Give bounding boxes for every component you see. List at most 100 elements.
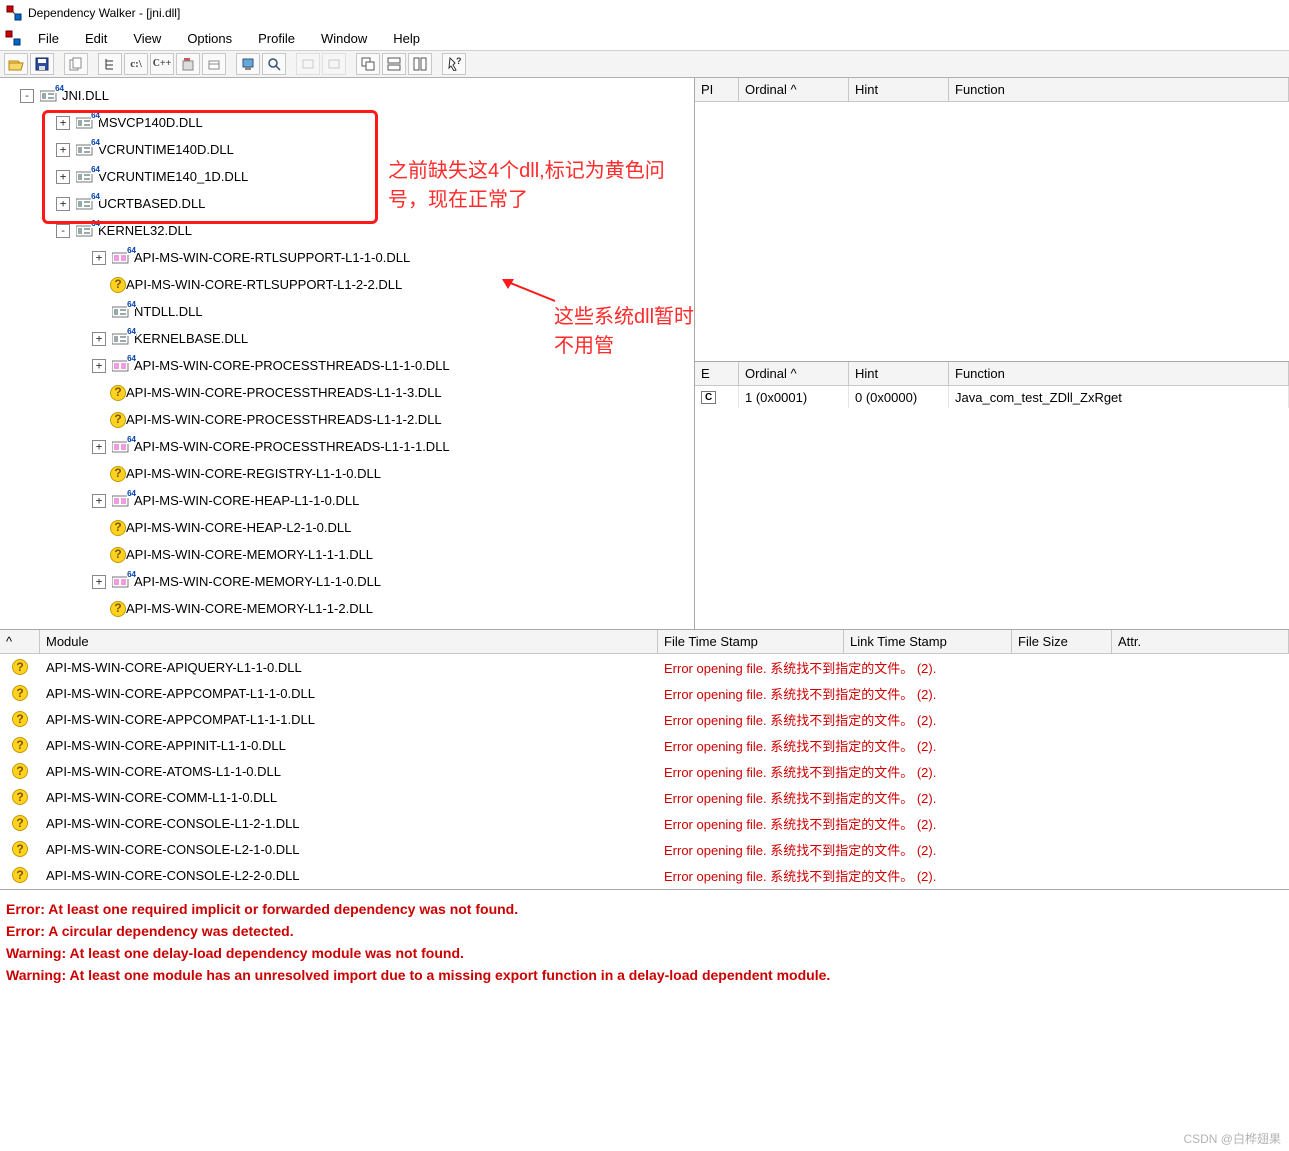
missing-icon: ? <box>110 277 126 293</box>
module-row[interactable]: ?API-MS-WIN-CORE-COMM-L1-1-0.DLLError op… <box>0 784 1289 810</box>
tree-node[interactable]: +MSVCP140D.DLL <box>6 109 694 136</box>
expand-toggle[interactable]: - <box>56 224 70 238</box>
expand-toggle[interactable]: + <box>56 197 70 211</box>
mcol-module[interactable]: Module <box>40 630 658 653</box>
tree-node[interactable]: +API-MS-WIN-CORE-MEMORY-L1-1-0.DLL <box>6 568 694 595</box>
tree-node[interactable]: ?API-MS-WIN-CORE-HEAP-L2-1-0.DLL <box>6 514 694 541</box>
mcol-icon[interactable]: ^ <box>0 630 40 653</box>
log-pane[interactable]: Error: At least one required implicit or… <box>0 890 1289 994</box>
module-row[interactable]: ?API-MS-WIN-CORE-APPCOMPAT-L1-1-0.DLLErr… <box>0 680 1289 706</box>
module-error: Error opening file. 系统找不到指定的文件。 (2). <box>658 864 1289 887</box>
missing-icon: ? <box>12 685 28 701</box>
menu-help[interactable]: Help <box>381 29 432 48</box>
col-function2[interactable]: Function <box>949 362 1289 385</box>
col-function[interactable]: Function <box>949 78 1289 101</box>
module-row[interactable]: ?API-MS-WIN-CORE-CONSOLE-L1-2-1.DLLError… <box>0 810 1289 836</box>
menu-view[interactable]: View <box>121 29 173 48</box>
tree-node[interactable]: +VCRUNTIME140_1D.DLL <box>6 163 694 190</box>
imports-grid[interactable]: PI Ordinal ^ Hint Function <box>695 78 1289 362</box>
configure-button[interactable] <box>236 53 260 75</box>
tree-node[interactable]: -JNI.DLL <box>6 82 694 109</box>
tile-horz-button[interactable] <box>382 53 406 75</box>
properties-button[interactable] <box>176 53 200 75</box>
module-error: Error opening file. 系统找不到指定的文件。 (2). <box>658 682 1289 705</box>
expand-toggle[interactable]: + <box>92 332 106 346</box>
menu-options[interactable]: Options <box>175 29 244 48</box>
module-error: Error opening file. 系统找不到指定的文件。 (2). <box>658 786 1289 809</box>
menu-file[interactable]: File <box>26 29 71 48</box>
expand-toggle[interactable]: + <box>56 170 70 184</box>
tree-node[interactable]: +KERNELBASE.DLL <box>6 325 694 352</box>
tree-label: API-MS-WIN-CORE-PROCESSTHREADS-L1-1-0.DL… <box>134 352 450 379</box>
menu-edit[interactable]: Edit <box>73 29 119 48</box>
tree-node[interactable]: +API-MS-WIN-CORE-PROCESSTHREADS-L1-1-1.D… <box>6 433 694 460</box>
next-button[interactable] <box>322 53 346 75</box>
find-button[interactable] <box>262 53 286 75</box>
expand-toggle[interactable]: + <box>92 575 106 589</box>
col-pi[interactable]: PI <box>695 78 739 101</box>
mcol-attr[interactable]: Attr. <box>1112 630 1289 653</box>
app-icon <box>6 5 22 21</box>
expand-toggle[interactable]: + <box>92 494 106 508</box>
tree-node[interactable]: +VCRUNTIME140D.DLL <box>6 136 694 163</box>
tree-node[interactable]: NTDLL.DLL <box>6 298 694 325</box>
tree-node[interactable]: ?API-MS-WIN-CORE-MEMORY-L1-1-1.DLL <box>6 541 694 568</box>
mcol-fts[interactable]: File Time Stamp <box>658 630 844 653</box>
expand-toggle[interactable]: + <box>92 359 106 373</box>
tile-vert-button[interactable] <box>408 53 432 75</box>
tree-node[interactable]: +API-MS-WIN-CORE-HEAP-L1-1-0.DLL <box>6 487 694 514</box>
module-row[interactable]: ?API-MS-WIN-CORE-CONSOLE-L2-1-0.DLLError… <box>0 836 1289 862</box>
module-row[interactable]: ?API-MS-WIN-CORE-APPCOMPAT-L1-1-1.DLLErr… <box>0 706 1289 732</box>
menu-window[interactable]: Window <box>309 29 379 48</box>
log-line: Error: At least one required implicit or… <box>6 898 1283 920</box>
module-list-pane[interactable]: ^ Module File Time Stamp Link Time Stamp… <box>0 630 1289 890</box>
cascade-button[interactable] <box>356 53 380 75</box>
col-hint2[interactable]: Hint <box>849 362 949 385</box>
tree-node[interactable]: -KERNEL32.DLL <box>6 217 694 244</box>
tree-node[interactable]: ?API-MS-WIN-CORE-PROCESSTHREADS-L1-1-3.D… <box>6 379 694 406</box>
col-ordinal2[interactable]: Ordinal ^ <box>739 362 849 385</box>
open-button[interactable] <box>4 53 28 75</box>
expand-toggle[interactable]: - <box>20 89 34 103</box>
undecorate-button[interactable]: C++ <box>150 53 174 75</box>
exports-grid[interactable]: E Ordinal ^ Hint Function C 1 (0x0001) 0… <box>695 362 1289 629</box>
tree-node[interactable]: +UCRTBASED.DLL <box>6 190 694 217</box>
menubar: File Edit View Options Profile Window He… <box>0 26 1289 50</box>
expand-toggle[interactable]: + <box>56 143 70 157</box>
tree-label: NTDLL.DLL <box>134 298 203 325</box>
log-line: Warning: At least one delay-load depende… <box>6 942 1283 964</box>
fullpaths-button[interactable]: c:\ <box>124 53 148 75</box>
expand-toggle[interactable]: + <box>92 440 106 454</box>
tree-node[interactable]: ?API-MS-WIN-CORE-PROCESSTHREADS-L1-1-2.D… <box>6 406 694 433</box>
mcol-size[interactable]: File Size <box>1012 630 1112 653</box>
help-button[interactable]: ? <box>442 53 466 75</box>
prev-button[interactable] <box>296 53 320 75</box>
tree-node[interactable]: ?API-MS-WIN-CORE-RTLSUPPORT-L1-2-2.DLL <box>6 271 694 298</box>
tree-node[interactable]: ?API-MS-WIN-CORE-MEMORY-L1-1-2.DLL <box>6 595 694 622</box>
module-error: Error opening file. 系统找不到指定的文件。 (2). <box>658 760 1289 783</box>
log-line: Warning: At least one module has an unre… <box>6 964 1283 986</box>
missing-icon: ? <box>110 466 126 482</box>
syspath-button[interactable] <box>202 53 226 75</box>
expand-toggle[interactable]: + <box>92 251 106 265</box>
expand-toggle[interactable]: + <box>56 116 70 130</box>
mcol-lts[interactable]: Link Time Stamp <box>844 630 1012 653</box>
tree-node[interactable]: ?API-MS-WIN-CORE-REGISTRY-L1-1-0.DLL <box>6 460 694 487</box>
module-row[interactable]: ?API-MS-WIN-CORE-CONSOLE-L2-2-0.DLLError… <box>0 862 1289 888</box>
dependency-tree-pane[interactable]: -JNI.DLL+MSVCP140D.DLL+VCRUNTIME140D.DLL… <box>0 78 695 629</box>
export-row[interactable]: C 1 (0x0001) 0 (0x0000) Java_com_test_ZD… <box>695 386 1289 408</box>
svg-text:?: ? <box>456 57 461 66</box>
col-e[interactable]: E <box>695 362 739 385</box>
expand-spacer <box>92 467 106 481</box>
save-button[interactable] <box>30 53 54 75</box>
autoexpand-button[interactable] <box>98 53 122 75</box>
col-ordinal[interactable]: Ordinal ^ <box>739 78 849 101</box>
col-hint[interactable]: Hint <box>849 78 949 101</box>
menu-profile[interactable]: Profile <box>246 29 307 48</box>
tree-node[interactable]: +API-MS-WIN-CORE-RTLSUPPORT-L1-1-0.DLL <box>6 244 694 271</box>
copy-button[interactable] <box>64 53 88 75</box>
tree-node[interactable]: + API-MS-WIN-CORE-PROCESSTHREADS-L1-1-0.D… <box>6 352 694 379</box>
module-row[interactable]: ?API-MS-WIN-CORE-APIQUERY-L1-1-0.DLLErro… <box>0 654 1289 680</box>
module-row[interactable]: ?API-MS-WIN-CORE-APPINIT-L1-1-0.DLLError… <box>0 732 1289 758</box>
module-row[interactable]: ?API-MS-WIN-CORE-ATOMS-L1-1-0.DLLError o… <box>0 758 1289 784</box>
